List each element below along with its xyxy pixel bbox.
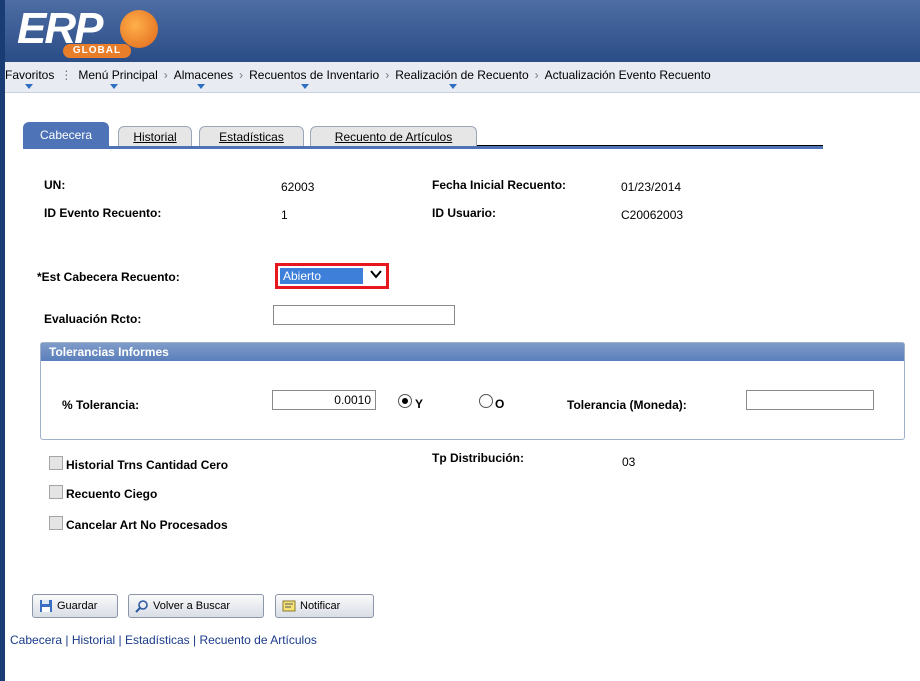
save-icon [39, 599, 53, 613]
radio-y-label: Y [415, 397, 424, 411]
recuento-ciego-label: Recuento Ciego [66, 487, 158, 501]
tab-cabecera[interactable]: Cabecera [23, 122, 109, 147]
footer-link-historial[interactable]: Historial [72, 633, 115, 647]
footer-link-recuento-articulos[interactable]: Recuento de Artículos [199, 633, 316, 647]
notificar-label: Notificar [300, 600, 341, 612]
cancelar-label: Cancelar Art No Procesados [66, 518, 228, 532]
volver-a-buscar-label: Volver a Buscar [153, 600, 231, 612]
guardar-button[interactable]: Guardar [32, 594, 118, 618]
guardar-label: Guardar [57, 600, 98, 612]
tab-underline [23, 146, 823, 149]
breadcrumb-menu-principal[interactable]: Menú Principal [78, 68, 158, 89]
chevron-right-icon: › [239, 68, 244, 82]
left-border [0, 0, 5, 681]
recuento-ciego-checkbox[interactable] [49, 485, 63, 499]
tab-recuento-articulos[interactable]: Recuento de Artículos [310, 126, 477, 147]
fecha-label: Fecha Inicial Recuento: [432, 178, 567, 192]
evaluacion-label: Evaluación Rcto: [44, 312, 142, 326]
header-banner: ERP GLOBAL [5, 0, 920, 62]
breadcrumb-realizacion-recuento[interactable]: Realización de Recuento [395, 68, 529, 89]
breadcrumb-almacenes[interactable]: Almacenes [174, 68, 233, 89]
evaluacion-input[interactable] [273, 305, 455, 325]
radio-y[interactable] [398, 394, 412, 408]
cancelar-checkbox[interactable] [49, 516, 63, 530]
dropdown-arrow-icon [448, 84, 457, 89]
tp-distribucion-label: Tp Distribución: [432, 451, 524, 465]
chevron-right-icon: › [534, 68, 539, 82]
chevron-down-icon [369, 267, 383, 284]
volver-a-buscar-button[interactable]: Volver a Buscar [128, 594, 264, 618]
globe-logo-icon [120, 10, 158, 48]
breadcrumb-recuentos-inventario[interactable]: Recuentos de Inventario [249, 68, 379, 89]
evento-label: ID Evento Recuento: [44, 206, 162, 220]
historial-label: Historial Trns Cantidad Cero [66, 458, 229, 472]
logo-subtitle: GLOBAL [63, 44, 131, 58]
tolerancia-pct-input[interactable]: 0.0010 [272, 390, 376, 410]
breadcrumb-actualizacion-evento: Actualización Evento Recuento [544, 68, 711, 82]
un-label: UN: [44, 178, 66, 192]
footer-link-cabecera[interactable]: Cabecera [10, 633, 62, 647]
tab-historial[interactable]: Historial [118, 126, 192, 147]
footer-link-estadisticas[interactable]: Estadísticas [125, 633, 190, 647]
separator: ⋮ [60, 68, 73, 82]
un-value: 62003 [281, 180, 315, 194]
search-icon [135, 599, 149, 613]
tolerancia-pct-label: % Tolerancia: [62, 398, 140, 412]
evento-value: 1 [281, 208, 288, 222]
usuario-value: C20062003 [621, 208, 684, 222]
radio-o[interactable] [479, 394, 493, 408]
notificar-button[interactable]: Notificar [275, 594, 374, 618]
fecha-value: 01/23/2014 [621, 180, 682, 194]
estado-label: *Est Cabecera Recuento: [37, 270, 180, 284]
tolerancia-moneda-input[interactable] [746, 390, 874, 410]
dropdown-arrow-icon [197, 84, 206, 89]
dropdown-arrow-icon [24, 84, 33, 89]
tolerancias-title: Tolerancias Informes [41, 343, 904, 361]
estado-select[interactable]: Abierto [275, 263, 389, 289]
estado-selected-value: Abierto [280, 268, 363, 284]
footer-links: Cabecera | Historial | Estadísticas | Re… [10, 633, 317, 647]
usuario-label: ID Usuario: [432, 206, 497, 220]
dropdown-arrow-icon [301, 84, 310, 89]
chevron-right-icon: › [163, 68, 168, 82]
chevron-right-icon: › [385, 68, 390, 82]
tab-estadisticas[interactable]: Estadísticas [199, 126, 304, 147]
radio-o-label: O [495, 397, 505, 411]
breadcrumb-favoritos[interactable]: Favoritos [5, 68, 54, 89]
notify-icon [282, 599, 296, 613]
tolerancia-moneda-label: Tolerancia (Moneda): [567, 398, 687, 412]
tp-distribucion-value: 03 [622, 455, 636, 469]
breadcrumb: Favoritos ⋮ Menú Principal › Almacenes › Recue… [5, 68, 711, 89]
dropdown-arrow-icon [110, 84, 119, 89]
historial-checkbox[interactable] [49, 456, 63, 470]
